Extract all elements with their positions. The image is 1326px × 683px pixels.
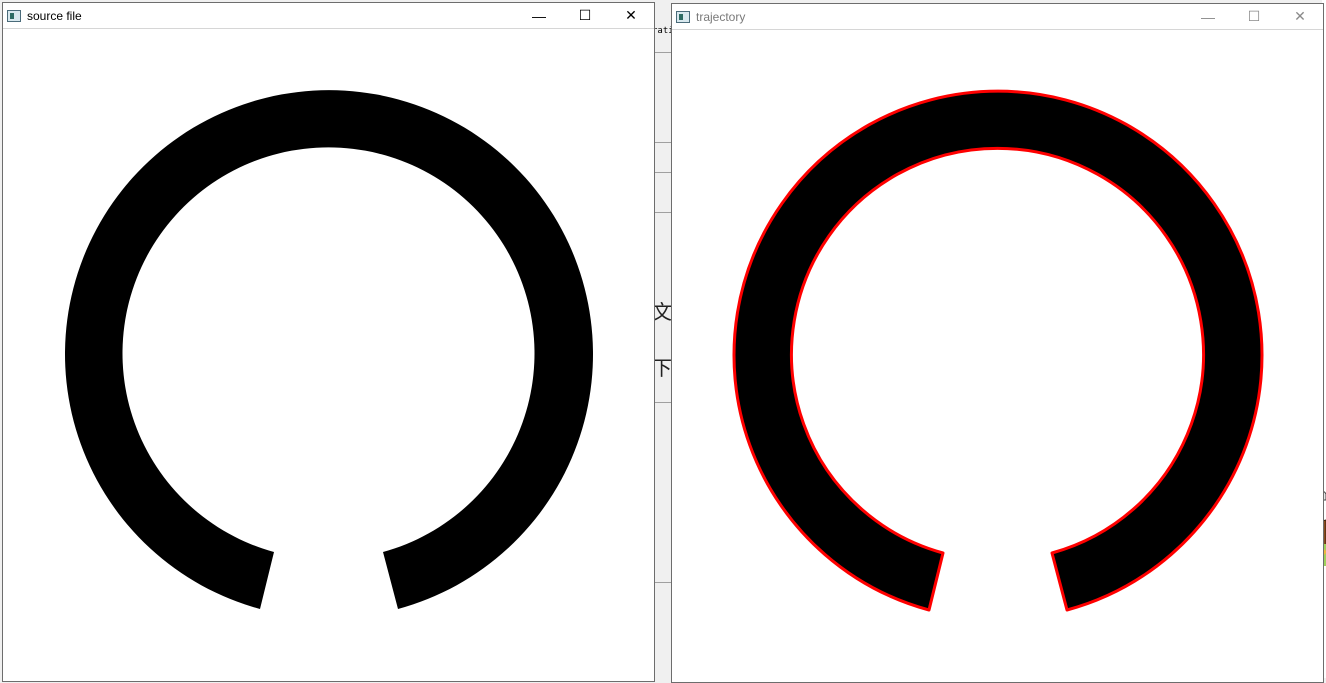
trajectory-window[interactable]: trajectory — ☐ ✕ — [671, 3, 1324, 683]
image-canvas — [3, 29, 654, 681]
minimize-icon[interactable]: — — [1185, 4, 1231, 30]
ring-shape — [64, 90, 594, 610]
maximize-icon[interactable]: ☐ — [1231, 4, 1277, 30]
window-title: trajectory — [696, 9, 746, 24]
source-file-window[interactable]: source file — ☐ ✕ — [2, 2, 655, 682]
maximize-icon[interactable]: ☐ — [562, 3, 608, 29]
background-char: 下 — [652, 356, 672, 380]
titlebar[interactable]: source file — ☐ ✕ — [3, 3, 654, 29]
window-title: source file — [27, 8, 82, 23]
ring-trajectory-shape — [732, 89, 1264, 612]
minimize-icon[interactable]: — — [516, 3, 562, 29]
titlebar[interactable]: trajectory — ☐ ✕ — [672, 4, 1323, 30]
image-canvas — [672, 30, 1323, 682]
open-ring-path — [732, 89, 1264, 612]
window-app-icon — [676, 10, 690, 23]
window-app-icon — [7, 9, 21, 22]
background-char: 文 — [652, 300, 672, 324]
close-icon[interactable]: ✕ — [608, 3, 654, 29]
open-ring-path — [64, 90, 594, 610]
close-icon[interactable]: ✕ — [1277, 4, 1323, 30]
background-text-snippet: rati — [652, 26, 672, 36]
